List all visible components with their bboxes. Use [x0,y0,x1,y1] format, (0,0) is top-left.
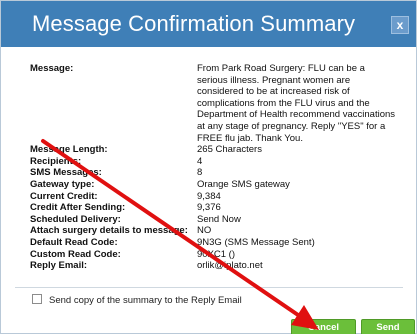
summary-label: Attach surgery details to message: [30,225,188,237]
summary-value: 4 [197,155,203,167]
summary-row-sms-messages: SMS Messages: 8 [30,167,400,179]
summary-value: Send Now [197,213,241,225]
summary-value: Orange SMS gateway [197,178,290,190]
summary-label: Message: [30,63,74,74]
summary-value: 265 Characters [197,144,262,156]
summary-label: Scheduled Delivery: [30,213,121,225]
close-button[interactable]: x [391,16,409,34]
dialog-title: Message Confirmation Summary [32,11,356,36]
summary-row-reply-email: Reply Email: orlik@iplato.net [30,260,400,272]
summary-row-attach-surgery-details: Attach surgery details to message: NO [30,225,400,237]
summary-row-message: Message: From Park Road Surgery: FLU can… [30,63,400,144]
summary-row-current-credit: Current Credit: 9,384 [30,191,400,203]
copy-summary-label: Send copy of the summary to the Reply Em… [49,295,242,306]
summary-row-credit-after-sending: Credit After Sending: 9,376 [30,202,400,214]
summary-value: NO [197,225,212,237]
summary-value: 8 [197,167,203,179]
summary-label: Reply Email: [30,260,88,272]
summary-row-custom-read-code: Custom Read Code: 90XC1 () [30,249,400,261]
summary-value: 9,384 [197,190,221,202]
summary-label: Credit After Sending: [30,202,126,214]
cancel-button[interactable]: Cancel [291,319,356,334]
send-button[interactable]: Send [361,319,415,334]
summary-table: Message: From Park Road Surgery: FLU can… [30,63,400,272]
footer-divider [15,287,403,288]
summary-value: 90XC1 () [197,248,236,260]
close-icon: x [396,18,404,32]
summary-label: Recipients: [30,155,82,167]
summary-row-message-length: Message Length: 265 Characters [30,144,400,156]
summary-value: orlik@iplato.net [197,260,263,272]
summary-label: Gateway type: [30,178,95,190]
summary-label: Current Credit: [30,190,98,202]
summary-value: 9N3G (SMS Message Sent) [197,236,315,248]
summary-value: From Park Road Surgery: FLU can be a ser… [197,63,396,144]
copy-summary-checkbox[interactable] [32,294,42,304]
summary-row-default-read-code: Default Read Code: 9N3G (SMS Message Sen… [30,237,400,249]
summary-label: Custom Read Code: [30,248,121,260]
message-confirmation-dialog: Message Confirmation Summary x Message: … [0,0,417,334]
summary-label: SMS Messages: [30,167,102,179]
copy-summary-option[interactable]: Send copy of the summary to the Reply Em… [32,294,242,306]
summary-label: Message Length: [30,144,108,156]
summary-row-recipients: Recipients: 4 [30,156,400,168]
summary-row-gateway-type: Gateway type: Orange SMS gateway [30,179,400,191]
dialog-titlebar: Message Confirmation Summary x [1,1,416,47]
summary-label: Default Read Code: [30,236,118,248]
summary-row-scheduled-delivery: Scheduled Delivery: Send Now [30,214,400,226]
summary-value: 9,376 [197,202,221,214]
